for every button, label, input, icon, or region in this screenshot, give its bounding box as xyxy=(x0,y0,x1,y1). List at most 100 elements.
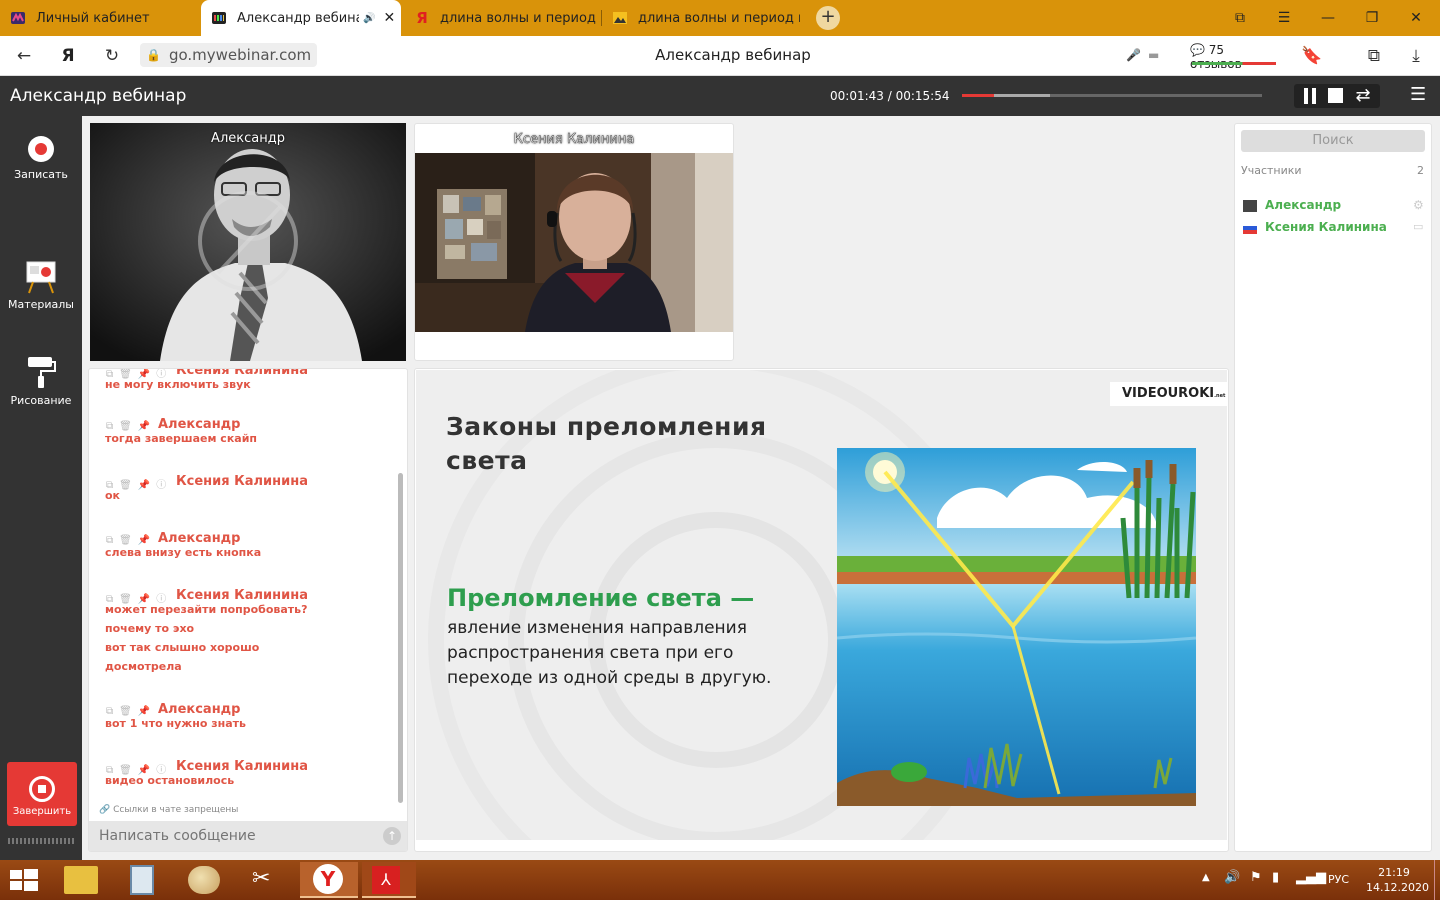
materials-button[interactable]: Материалы xyxy=(0,258,82,311)
tab-manager-icon[interactable]: ⧉ xyxy=(1220,0,1260,36)
message-author: Ксения Калинина xyxy=(176,474,308,489)
message-actions[interactable]: ⧉🗑📌 xyxy=(106,419,156,432)
presenter-video[interactable]: Александр xyxy=(90,123,406,361)
minimize-icon[interactable]: — xyxy=(1308,0,1348,36)
monitor-icon[interactable]: ▭ xyxy=(1413,220,1423,233)
guest-name: Ксения Калинина xyxy=(513,132,635,148)
trash-icon[interactable]: 🗑 xyxy=(119,421,138,432)
url-text: go.mywebinar.com xyxy=(168,46,312,64)
language-indicator[interactable]: РУС xyxy=(1328,873,1349,886)
wifi-icon[interactable]: ▂▄▆ xyxy=(1296,870,1326,885)
pause-icon[interactable] xyxy=(1302,88,1318,104)
tab-label: Александр вебинар xyxy=(237,10,359,26)
presentation-slide: VIDEOUROKI.net Законы преломления света … xyxy=(416,370,1227,840)
chat-input-area: ↑ xyxy=(89,821,407,851)
gear-icon[interactable]: ⚙ xyxy=(1413,198,1424,212)
finish-button[interactable]: Завершить xyxy=(7,762,77,826)
copy-icon[interactable]: ⧉ xyxy=(106,535,119,546)
collections-icon[interactable]: ⧉ xyxy=(1362,44,1386,68)
close-window-icon[interactable]: ✕ xyxy=(1396,0,1436,36)
presenter-name: Александр xyxy=(211,131,285,146)
message-actions[interactable]: ⧉🗑📌 xyxy=(106,533,156,546)
progress-fill xyxy=(962,94,995,97)
restore-icon[interactable]: ❐ xyxy=(1352,0,1392,36)
slide-title-line-1: Законы преломления xyxy=(446,412,767,441)
tab-label: длина волны и период и с xyxy=(638,10,800,26)
file-explorer-icon[interactable] xyxy=(64,866,98,894)
page-title: Александр вебинар xyxy=(655,46,811,64)
tab-close-icon[interactable]: ✕ xyxy=(383,10,395,26)
chat-bubble-icon[interactable]: ▬ xyxy=(1148,48,1159,62)
tab-search-2[interactable]: длина волны и период и с xyxy=(602,0,800,36)
participants-count: 2 xyxy=(1417,164,1424,177)
bookmark-icon[interactable]: 🔖 xyxy=(1300,44,1324,68)
copy-icon[interactable]: ⧉ xyxy=(106,421,119,432)
repeat-icon[interactable]: ⇄ xyxy=(1352,84,1374,108)
pin-icon[interactable]: 📌 xyxy=(138,480,156,491)
tab-webinar[interactable]: Александр вебинар 🔊 ✕ xyxy=(201,0,401,36)
pin-icon[interactable]: 📌 xyxy=(138,706,156,717)
slide-definition: явление изменения направления распростра… xyxy=(447,616,771,691)
trash-icon[interactable]: 🗑 xyxy=(119,706,138,717)
battery-icon[interactable]: ▮ xyxy=(1272,870,1279,885)
left-sidebar: Записать Материалы Рисование Завершить xyxy=(0,116,82,860)
definition-line-2: распространения света при его xyxy=(447,643,734,663)
download-icon[interactable]: ⤓ xyxy=(1404,44,1428,68)
message-text: видео остановилось xyxy=(105,774,235,787)
participant-row[interactable]: Александр ⚙ xyxy=(1241,198,1427,216)
reviews-badge[interactable]: 💬 75 отзывов xyxy=(1190,43,1278,71)
tab-personal-cabinet[interactable]: Личный кабинет xyxy=(0,0,198,36)
pdf-reader-taskbar-button[interactable]: ⅄ xyxy=(362,862,416,898)
yandex-browser-taskbar-button[interactable]: Y xyxy=(300,862,358,898)
trash-icon[interactable]: 🗑 xyxy=(119,535,138,546)
windows-start-icon[interactable] xyxy=(10,869,38,891)
search-button[interactable]: Поиск xyxy=(1241,130,1425,152)
new-tab-button[interactable]: + xyxy=(816,6,840,30)
message-text: ок xyxy=(105,489,121,502)
tray-expand-icon[interactable]: ▲ xyxy=(1202,872,1210,883)
chat-message-input[interactable] xyxy=(89,821,379,851)
drawing-button[interactable]: Рисование xyxy=(0,354,82,407)
speaker-icon[interactable]: 🔊 xyxy=(363,13,375,24)
reload-icon[interactable]: ↻ xyxy=(100,44,124,68)
tab-search-1[interactable]: Я длина волны и период и с xyxy=(404,0,600,36)
chat-scrollbar[interactable] xyxy=(398,473,403,803)
microphone-icon[interactable]: 🎤 xyxy=(1126,48,1141,62)
participant-row[interactable]: Ксения Калинина ▭ xyxy=(1241,220,1427,238)
buffer-fill xyxy=(994,94,1050,97)
back-icon[interactable]: ← xyxy=(12,44,36,68)
record-button[interactable]: Записать xyxy=(0,136,82,181)
menu-icon[interactable]: ☰ xyxy=(1264,0,1304,36)
calculator-icon[interactable] xyxy=(130,865,154,895)
participants-header: Участники xyxy=(1241,164,1302,177)
browser-tab-bar: Личный кабинет Александр вебинар 🔊 ✕ Я д… xyxy=(0,0,1440,36)
paint-icon[interactable] xyxy=(188,866,220,894)
snipping-tool-icon[interactable]: ✂ xyxy=(252,866,270,891)
show-desktop-button[interactable] xyxy=(1434,860,1440,900)
chat-message-list[interactable]: ⧉🗑📌ⓘ Ксения Калинина не могу включить звук… xyxy=(89,369,407,809)
volume-icon[interactable]: 🔊 xyxy=(1224,870,1240,885)
message-author: Ксения Калинина xyxy=(176,759,308,774)
videouroki-logo: VIDEOUROKI.net xyxy=(1110,382,1227,406)
slide-title-line-2: света xyxy=(446,446,528,475)
record-label: Записать xyxy=(14,168,68,181)
brand-suffix: .net xyxy=(1214,393,1226,399)
url-field[interactable]: 🔒 go.mywebinar.com xyxy=(140,43,318,67)
send-icon[interactable]: ↑ xyxy=(383,827,401,845)
pin-icon[interactable]: 📌 xyxy=(138,421,156,432)
clock[interactable]: 21:19 14.12.2020 xyxy=(1366,865,1429,895)
playback-progress-bar[interactable] xyxy=(962,94,1262,97)
copy-icon[interactable]: ⧉ xyxy=(106,706,119,717)
materials-label: Материалы xyxy=(8,298,74,311)
message-actions[interactable]: ⧉🗑📌 xyxy=(106,704,156,717)
stop-icon[interactable] xyxy=(1328,88,1343,103)
info-icon[interactable]: ⓘ xyxy=(156,480,172,491)
yandex-logo-icon[interactable]: Я xyxy=(56,44,80,68)
message-text: вот так слышно хорошо xyxy=(105,641,260,654)
message-author: Ксения Калинина xyxy=(176,588,308,603)
hamburger-menu-icon[interactable]: ☰ xyxy=(1410,84,1430,108)
trash-icon[interactable]: 🗑 xyxy=(119,480,138,491)
guest-video[interactable] xyxy=(415,153,733,332)
pin-icon[interactable]: 📌 xyxy=(138,535,156,546)
flag-icon[interactable]: ⚑ xyxy=(1250,870,1262,885)
